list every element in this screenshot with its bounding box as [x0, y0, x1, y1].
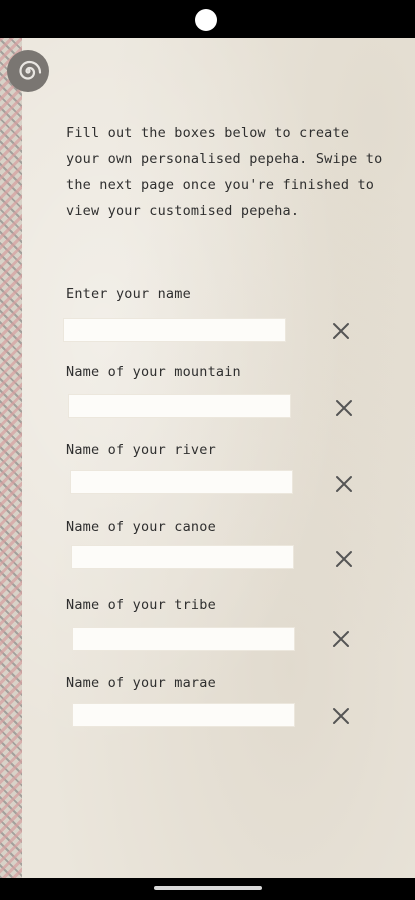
- close-icon: [333, 323, 349, 339]
- pepeha-form-screen: Fill out the boxes below to create your …: [0, 38, 415, 878]
- canoe-input[interactable]: [71, 545, 294, 569]
- close-icon: [333, 708, 349, 724]
- intro-text: Fill out the boxes below to create your …: [66, 125, 383, 219]
- name-input[interactable]: [63, 318, 286, 342]
- river-input[interactable]: [70, 470, 293, 494]
- clear-name-button[interactable]: [330, 320, 352, 342]
- field-label-marae: Name of your marae: [66, 675, 216, 691]
- camera-cutout: [195, 9, 217, 31]
- field-label-canoe: Name of your canoe: [66, 519, 216, 535]
- koru-spiral-icon[interactable]: [7, 50, 49, 92]
- field-label-name: Enter your name: [66, 286, 191, 302]
- status-bar: [0, 0, 415, 38]
- decorative-border-pattern: [0, 38, 22, 878]
- close-icon: [336, 400, 352, 416]
- mountain-input[interactable]: [68, 394, 291, 418]
- clear-mountain-button[interactable]: [333, 397, 355, 419]
- clear-river-button[interactable]: [333, 473, 355, 495]
- field-label-mountain: Name of your mountain: [66, 364, 241, 380]
- close-icon: [336, 476, 352, 492]
- field-label-tribe: Name of your tribe: [66, 597, 216, 613]
- clear-canoe-button[interactable]: [333, 548, 355, 570]
- marae-input[interactable]: [72, 703, 295, 727]
- navigation-bar: [0, 878, 415, 900]
- home-indicator[interactable]: [154, 886, 262, 890]
- close-icon: [336, 551, 352, 567]
- close-icon: [333, 631, 349, 647]
- tribe-input[interactable]: [72, 627, 295, 651]
- field-label-river: Name of your river: [66, 442, 216, 458]
- clear-tribe-button[interactable]: [330, 628, 352, 650]
- clear-marae-button[interactable]: [330, 705, 352, 727]
